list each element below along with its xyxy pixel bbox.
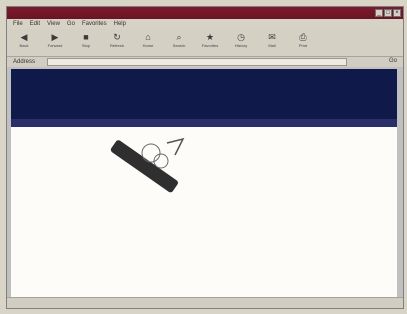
remote-signal-mark: [166, 137, 185, 156]
browser-window: _ □ × File Edit View Go Favorites Help ◀…: [6, 6, 404, 309]
menu-edit[interactable]: Edit: [30, 21, 40, 27]
web-page: [11, 69, 397, 298]
mail-icon: ✉: [268, 32, 276, 42]
search-button[interactable]: ⌕ Search: [168, 32, 190, 48]
address-bar: Address Go: [7, 57, 403, 67]
stop-label: Stop: [81, 43, 91, 48]
menu-file[interactable]: File: [13, 21, 23, 27]
home-button[interactable]: ⌂ Home: [137, 32, 159, 48]
print-icon: ⎙: [299, 32, 307, 42]
remote-control-illustration: [110, 137, 185, 193]
history-button[interactable]: ◷ History: [230, 32, 252, 48]
stop-icon: ■: [83, 32, 89, 42]
forward-icon: ▶: [51, 32, 59, 42]
favorites-label: Favorites: [201, 43, 219, 48]
back-label: Back: [19, 43, 29, 48]
history-label: History: [234, 43, 248, 48]
minimize-button[interactable]: _: [375, 9, 383, 17]
print-label: Print: [298, 43, 308, 48]
forward-label: Forward: [47, 43, 63, 48]
address-label: Address: [13, 59, 36, 65]
menu-bar: File Edit View Go Favorites Help: [7, 19, 403, 29]
home-label: Home: [142, 43, 154, 48]
menu-view[interactable]: View: [47, 21, 60, 27]
refresh-label: Refresh: [109, 43, 124, 48]
back-button[interactable]: ◀ Back: [13, 32, 35, 48]
title-bar: _ □ ×: [7, 7, 403, 19]
forward-button[interactable]: ▶ Forward: [44, 32, 66, 48]
search-label: Search: [172, 43, 186, 48]
stop-button[interactable]: ■ Stop: [75, 32, 97, 48]
search-icon: ⌕: [176, 32, 182, 42]
back-icon: ◀: [20, 32, 28, 42]
home-icon: ⌂: [145, 32, 151, 42]
print-button[interactable]: ⎙ Print: [292, 32, 314, 48]
menu-favorites[interactable]: Favorites: [82, 21, 107, 27]
mail-button[interactable]: ✉ Mail: [261, 32, 283, 48]
menu-help[interactable]: Help: [114, 21, 126, 27]
toolbar: ◀ Back ▶ Forward ■ Stop ↻ Refresh ⌂ Home…: [7, 29, 403, 57]
go-button[interactable]: Go: [389, 58, 397, 64]
mail-label: Mail: [268, 43, 276, 48]
refresh-button[interactable]: ↻ Refresh: [106, 32, 128, 48]
remote-ring-1: [141, 143, 161, 163]
address-input[interactable]: [47, 58, 347, 66]
status-bar: [7, 297, 403, 308]
site-banner: [11, 69, 397, 119]
favorites-button[interactable]: ★ Favorites: [199, 32, 221, 48]
maximize-button[interactable]: □: [384, 9, 392, 17]
refresh-icon: ↻: [113, 32, 121, 42]
history-icon: ◷: [237, 32, 245, 42]
close-button[interactable]: ×: [393, 9, 401, 17]
favorites-icon: ★: [205, 32, 215, 42]
menu-go[interactable]: Go: [67, 21, 75, 27]
site-nav: [11, 119, 397, 127]
